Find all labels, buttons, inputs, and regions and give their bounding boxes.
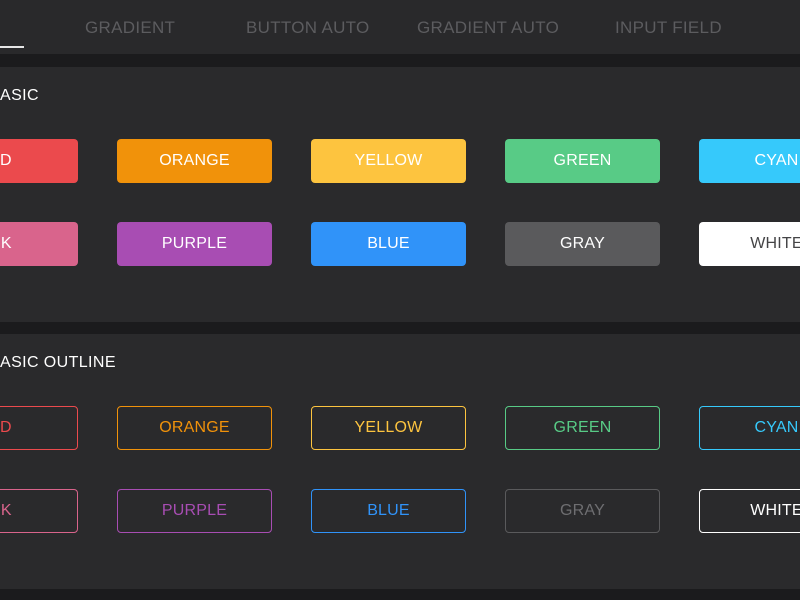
section-title-basic-outline: ASIC OUTLINE xyxy=(0,354,116,371)
button-label: PURPLE xyxy=(161,235,228,252)
button-label: WHITE xyxy=(750,502,800,519)
red-outline-button[interactable]: ED xyxy=(0,406,78,450)
tab-gradient[interactable]: GRADIENT xyxy=(85,17,175,39)
tab-gradient-auto[interactable]: GRADIENT AUTO xyxy=(417,17,559,39)
button-label: PURPLE xyxy=(161,502,228,519)
purple-button[interactable]: PURPLE xyxy=(117,222,272,266)
button-label: GRAY xyxy=(560,502,605,519)
pink-button[interactable]: NK xyxy=(0,222,78,266)
purple-outline-button[interactable]: PURPLE xyxy=(117,489,272,533)
white-button[interactable]: WHITE xyxy=(699,222,800,266)
tab-button-auto[interactable]: BUTTON AUTO xyxy=(246,17,370,39)
button-label: ORANGE xyxy=(159,419,230,436)
red-button[interactable]: ED xyxy=(0,139,78,183)
cyan-button[interactable]: CYAN xyxy=(699,139,800,183)
button-label: ORANGE xyxy=(159,152,230,169)
button-label: ED xyxy=(0,419,12,436)
button-label: YELLOW xyxy=(354,152,423,169)
green-button[interactable]: GREEN xyxy=(505,139,660,183)
button-label: BLUE xyxy=(367,502,410,519)
yellow-outline-button[interactable]: YELLOW xyxy=(311,406,466,450)
button-label: NK xyxy=(0,235,12,252)
cyan-outline-button[interactable]: CYAN xyxy=(699,406,800,450)
active-tab-indicator xyxy=(0,46,24,48)
blue-button[interactable]: BLUE xyxy=(311,222,466,266)
button-label: CYAN xyxy=(754,419,799,436)
tab-input-field[interactable]: INPUT FIELD xyxy=(615,17,722,39)
button-label: YELLOW xyxy=(354,419,423,436)
section-basic-outline: ASIC OUTLINE ED ORANGE YELLOW GREEN CYAN… xyxy=(0,334,800,589)
button-label: ED xyxy=(0,152,12,169)
button-label: GRAY xyxy=(560,235,605,252)
gray-button[interactable]: GRAY xyxy=(505,222,660,266)
blue-outline-button[interactable]: BLUE xyxy=(311,489,466,533)
button-label: WHITE xyxy=(750,235,800,252)
button-label: NK xyxy=(0,502,12,519)
white-outline-button[interactable]: WHITE xyxy=(699,489,800,533)
button-label: BLUE xyxy=(367,235,410,252)
tab-bar: GRADIENT BUTTON AUTO GRADIENT AUTO INPUT… xyxy=(0,0,800,54)
orange-outline-button[interactable]: ORANGE xyxy=(117,406,272,450)
gray-outline-button[interactable]: GRAY xyxy=(505,489,660,533)
pink-outline-button[interactable]: NK xyxy=(0,489,78,533)
section-basic: ASIC ED ORANGE YELLOW GREEN CYAN NK PURP… xyxy=(0,67,800,322)
button-label: GREEN xyxy=(553,419,612,436)
button-label: GREEN xyxy=(553,152,612,169)
section-title-basic: ASIC xyxy=(0,87,39,104)
button-label: CYAN xyxy=(754,152,799,169)
green-outline-button[interactable]: GREEN xyxy=(505,406,660,450)
yellow-button[interactable]: YELLOW xyxy=(311,139,466,183)
orange-button[interactable]: ORANGE xyxy=(117,139,272,183)
